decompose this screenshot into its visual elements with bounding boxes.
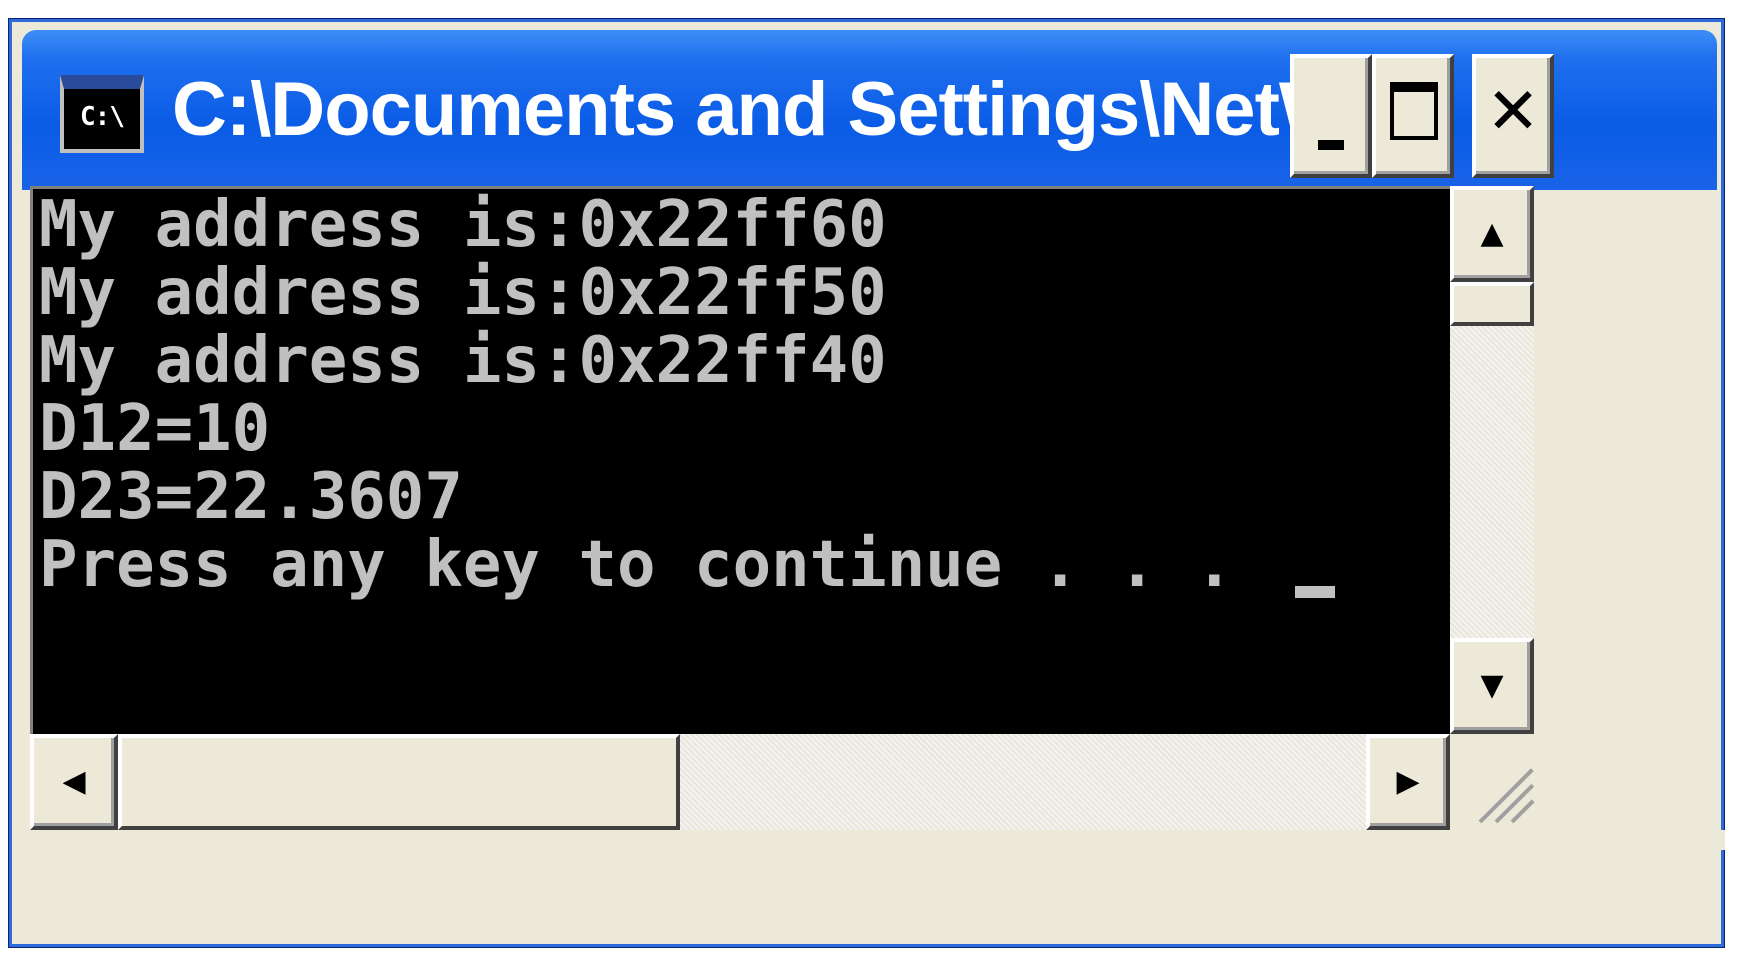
close-icon: ✕: [1486, 75, 1540, 149]
minimize-icon: [1318, 140, 1344, 150]
arrow-right-icon: ▶: [1396, 764, 1420, 799]
arrow-up-icon: ▲: [1480, 216, 1504, 251]
arrow-down-icon: ▼: [1480, 668, 1504, 703]
scroll-left-button[interactable]: ◀: [30, 734, 118, 830]
window-title: C:\Documents and Settings\NetWy...: [172, 67, 1292, 152]
vertical-scrollbar[interactable]: ▲ ▼: [1450, 186, 1534, 734]
scroll-down-button[interactable]: ▼: [1450, 638, 1534, 734]
console-line: D23=22.3607: [39, 460, 463, 534]
console-line: My address is:0x22ff50: [39, 256, 887, 330]
scroll-up-button[interactable]: ▲: [1450, 186, 1534, 282]
text-cursor: [1295, 586, 1335, 598]
horizontal-scrollbar[interactable]: ◀ ▶: [30, 734, 1450, 830]
console-line: My address is:0x22ff60: [39, 188, 887, 262]
console-output[interactable]: My address is:0x22ff60 My address is:0x2…: [30, 186, 1450, 734]
console-line: My address is:0x22ff40: [39, 324, 887, 398]
title-bar[interactable]: C:\ C:\Documents and Settings\NetWy... ✕: [22, 30, 1717, 190]
vertical-scroll-thumb[interactable]: [1450, 282, 1534, 326]
console-line: D12=10: [39, 392, 271, 466]
scroll-right-button[interactable]: ▶: [1366, 734, 1450, 830]
minimize-button[interactable]: [1290, 54, 1372, 178]
window-bottom-border: [20, 830, 1725, 850]
arrow-left-icon: ◀: [62, 764, 86, 799]
resize-grip[interactable]: [1450, 734, 1535, 830]
close-button[interactable]: ✕: [1472, 54, 1554, 178]
maximize-button[interactable]: [1372, 54, 1454, 178]
console-icon[interactable]: C:\: [60, 75, 144, 153]
maximize-icon: [1390, 82, 1438, 140]
horizontal-scroll-thumb[interactable]: [118, 734, 680, 830]
console-line: Press any key to continue . . .: [39, 528, 1234, 602]
grip-line: [1478, 768, 1534, 824]
